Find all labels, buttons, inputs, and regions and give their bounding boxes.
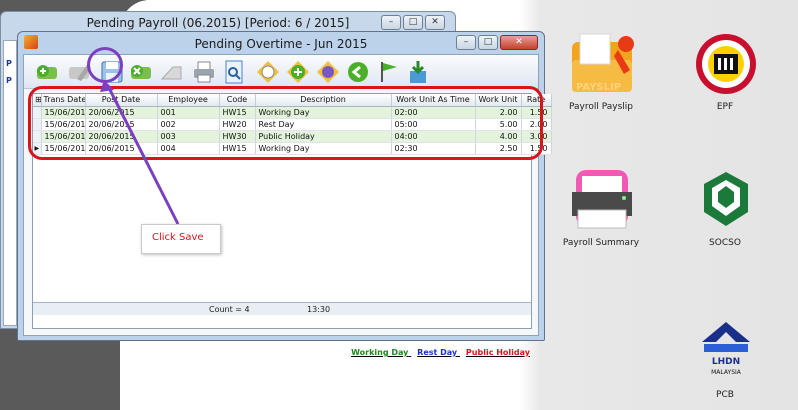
grid-footer: Count = 4 13:30 xyxy=(33,302,531,315)
lhdn-text: LHDN xyxy=(712,357,740,367)
print-button[interactable] xyxy=(190,58,218,86)
close-button[interactable]: ✕ xyxy=(500,35,538,50)
minimize-button[interactable]: – xyxy=(381,15,401,30)
app-tile-socso[interactable]: SOCSO xyxy=(670,166,780,256)
delete-button[interactable] xyxy=(128,58,156,86)
lhdn-logo-icon: LHDN MALAYSIA xyxy=(702,322,750,376)
epf-logo-icon xyxy=(696,34,756,94)
flag-icon xyxy=(381,62,397,82)
window-title: Pending Payroll (06.2015) [Period: 6 / 2… xyxy=(86,16,350,30)
grid-highlight-ring xyxy=(28,86,543,160)
window-title: Pending Overtime - Jun 2015 xyxy=(194,37,368,51)
row-count: Count = 4 xyxy=(209,305,250,314)
app-tile-payroll-summary[interactable]: Payroll Summary xyxy=(546,166,656,256)
clear-button[interactable] xyxy=(158,58,186,86)
app-label: PCB xyxy=(716,390,734,400)
app-label: SOCSO xyxy=(709,238,741,248)
settings-icon xyxy=(257,61,279,83)
legend: Working Day Rest Day Public Holiday xyxy=(345,348,530,357)
window-controls: – □ ✕ xyxy=(381,15,445,31)
add-circle-icon xyxy=(287,61,309,83)
print-icon xyxy=(194,61,214,83)
app-label: Payroll Summary xyxy=(562,238,640,248)
app-tile-payroll-payslip[interactable]: PAYSLIP Payroll Payslip xyxy=(546,30,656,120)
preview-button[interactable] xyxy=(220,58,248,86)
app-icon xyxy=(24,35,38,49)
settings-alt-button[interactable] xyxy=(314,58,342,86)
settings-button[interactable] xyxy=(254,58,282,86)
side-label: P xyxy=(6,59,12,68)
window-controls: – □ ✕ xyxy=(456,35,538,51)
import-icon xyxy=(410,61,426,83)
add-circle-button[interactable] xyxy=(284,58,312,86)
delete-icon xyxy=(131,65,151,79)
legend-working-day: Working Day xyxy=(351,348,409,357)
flag-button[interactable] xyxy=(374,58,402,86)
socso-logo-icon xyxy=(704,172,748,226)
preview-icon xyxy=(225,60,243,84)
back-button[interactable] xyxy=(344,58,372,86)
side-label: P xyxy=(6,76,12,85)
app-tile-pcb[interactable]: LHDN MALAYSIA PCB xyxy=(670,318,780,408)
legend-public-holiday: Public Holiday xyxy=(465,348,530,357)
minimize-button[interactable]: – xyxy=(456,35,476,50)
payslip-icon: PAYSLIP xyxy=(572,33,634,93)
save-highlight-ring xyxy=(87,47,123,83)
side-panel: P P xyxy=(3,40,17,326)
close-button[interactable]: ✕ xyxy=(425,15,445,30)
app-label: Payroll Payslip xyxy=(568,102,633,112)
app-tile-epf[interactable]: EPF xyxy=(670,30,780,120)
printer-icon xyxy=(572,170,632,229)
back-icon xyxy=(348,62,368,82)
maximize-button[interactable]: □ xyxy=(478,35,498,50)
add-button[interactable] xyxy=(34,58,62,86)
legend-rest-day: Rest Day xyxy=(417,348,458,357)
svg-text:PAYSLIP: PAYSLIP xyxy=(576,82,621,93)
click-save-callout: Click Save xyxy=(141,224,221,254)
maximize-button[interactable]: □ xyxy=(403,15,423,30)
add-icon xyxy=(37,65,57,79)
import-button[interactable] xyxy=(404,58,432,86)
app-label: EPF xyxy=(716,102,734,112)
malaysia-text: MALAYSIA xyxy=(711,369,742,376)
settings-alt-icon xyxy=(317,61,339,83)
total-work-time: 13:30 xyxy=(307,305,331,314)
clear-icon xyxy=(160,66,182,80)
